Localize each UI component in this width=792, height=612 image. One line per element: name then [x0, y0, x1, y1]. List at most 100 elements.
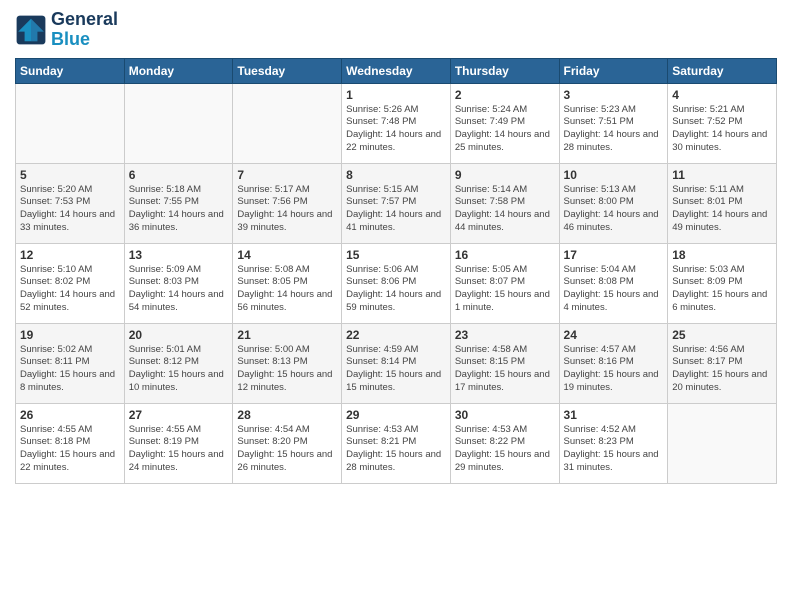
- day-number: 30: [455, 408, 555, 422]
- day-detail: Sunrise: 4:59 AM Sunset: 8:14 PM Dayligh…: [346, 344, 446, 395]
- day-number: 3: [564, 88, 664, 102]
- day-detail: Sunrise: 5:23 AM Sunset: 7:51 PM Dayligh…: [564, 104, 664, 155]
- day-detail: Sunrise: 5:06 AM Sunset: 8:06 PM Dayligh…: [346, 264, 446, 315]
- day-number: 12: [20, 248, 120, 262]
- calendar-cell: 23Sunrise: 4:58 AM Sunset: 8:15 PM Dayli…: [450, 323, 559, 403]
- calendar-cell: 18 Sunrise: 5:03 AM Sunset: 8:09 PM Dayli…: [668, 243, 777, 323]
- day-detail: Sunrise: 5:09 AM Sunset: 8:03 PM Dayligh…: [129, 264, 229, 315]
- day-header-sunday: Sunday: [16, 58, 125, 83]
- calendar-cell: 8 Sunrise: 5:15 AM Sunset: 7:57 PM Daylig…: [342, 163, 451, 243]
- calendar-cell: 11 Sunrise: 5:11 AM Sunset: 8:01 PM Dayli…: [668, 163, 777, 243]
- calendar-cell: 9 Sunrise: 5:14 AM Sunset: 7:58 PM Daylig…: [450, 163, 559, 243]
- day-number: 1: [346, 88, 446, 102]
- day-number: 6: [129, 168, 229, 182]
- day-detail: Sunrise: 4:53 AM Sunset: 8:21 PM Dayligh…: [346, 424, 446, 475]
- day-header-monday: Monday: [124, 58, 233, 83]
- calendar-week-row: 12 Sunrise: 5:10 AM Sunset: 8:02 PM Dayli…: [16, 243, 777, 323]
- calendar-cell: 3 Sunrise: 5:23 AM Sunset: 7:51 PM Daylig…: [559, 83, 668, 163]
- day-number: 24: [564, 328, 664, 342]
- calendar-cell: 15Sunrise: 5:06 AM Sunset: 8:06 PM Dayli…: [342, 243, 451, 323]
- day-number: 28: [237, 408, 337, 422]
- day-detail: Sunrise: 5:18 AM Sunset: 7:55 PM Dayligh…: [129, 184, 229, 235]
- day-detail: Sunrise: 5:17 AM Sunset: 7:56 PM Dayligh…: [237, 184, 337, 235]
- day-detail: Sunrise: 4:54 AM Sunset: 8:20 PM Dayligh…: [237, 424, 337, 475]
- day-detail: Sunrise: 4:52 AM Sunset: 8:23 PM Dayligh…: [564, 424, 664, 475]
- day-number: 22: [346, 328, 446, 342]
- calendar-cell: 24 Sunrise: 4:57 AM Sunset: 8:16 PM Dayli…: [559, 323, 668, 403]
- day-number: 20: [129, 328, 229, 342]
- calendar-cell: 29 Sunrise: 4:53 AM Sunset: 8:21 PM Dayli…: [342, 403, 451, 483]
- day-detail: Sunrise: 4:53 AM Sunset: 8:22 PM Dayligh…: [455, 424, 555, 475]
- calendar-cell: 2 Sunrise: 5:24 AM Sunset: 7:49 PM Daylig…: [450, 83, 559, 163]
- day-detail: Sunrise: 5:08 AM Sunset: 8:05 PM Dayligh…: [237, 264, 337, 315]
- day-number: 8: [346, 168, 446, 182]
- day-number: 4: [672, 88, 772, 102]
- day-header-wednesday: Wednesday: [342, 58, 451, 83]
- calendar-cell: 20Sunrise: 5:01 AM Sunset: 8:12 PM Dayli…: [124, 323, 233, 403]
- day-number: 11: [672, 168, 772, 182]
- day-number: 27: [129, 408, 229, 422]
- day-detail: Sunrise: 5:15 AM Sunset: 7:57 PM Dayligh…: [346, 184, 446, 235]
- calendar-cell: 17 Sunrise: 5:04 AM Sunset: 8:08 PM Dayli…: [559, 243, 668, 323]
- day-number: 5: [20, 168, 120, 182]
- day-number: 26: [20, 408, 120, 422]
- page-header: General Blue: [15, 10, 777, 50]
- calendar-header-row: SundayMondayTuesdayWednesdayThursdayFrid…: [16, 58, 777, 83]
- calendar-cell: 7 Sunrise: 5:17 AM Sunset: 7:56 PM Daylig…: [233, 163, 342, 243]
- day-detail: Sunrise: 5:26 AM Sunset: 7:48 PM Dayligh…: [346, 104, 446, 155]
- day-number: 17: [564, 248, 664, 262]
- day-detail: Sunrise: 4:55 AM Sunset: 8:18 PM Dayligh…: [20, 424, 120, 475]
- calendar-week-row: 26 Sunrise: 4:55 AM Sunset: 8:18 PM Dayli…: [16, 403, 777, 483]
- calendar-cell: 19 Sunrise: 5:02 AM Sunset: 8:11 PM Dayli…: [16, 323, 125, 403]
- day-detail: Sunrise: 5:21 AM Sunset: 7:52 PM Dayligh…: [672, 104, 772, 155]
- calendar-body: 1 Sunrise: 5:26 AM Sunset: 7:48 PM Daylig…: [16, 83, 777, 483]
- calendar-week-row: 1 Sunrise: 5:26 AM Sunset: 7:48 PM Daylig…: [16, 83, 777, 163]
- logo: General Blue: [15, 10, 118, 50]
- day-detail: Sunrise: 5:04 AM Sunset: 8:08 PM Dayligh…: [564, 264, 664, 315]
- day-number: 14: [237, 248, 337, 262]
- day-detail: Sunrise: 5:02 AM Sunset: 8:11 PM Dayligh…: [20, 344, 120, 395]
- day-number: 29: [346, 408, 446, 422]
- calendar-week-row: 5Sunrise: 5:20 AM Sunset: 7:53 PM Daylig…: [16, 163, 777, 243]
- day-detail: Sunrise: 4:56 AM Sunset: 8:17 PM Dayligh…: [672, 344, 772, 395]
- calendar-cell: [124, 83, 233, 163]
- calendar-cell: 10 Sunrise: 5:13 AM Sunset: 8:00 PM Dayli…: [559, 163, 668, 243]
- calendar-cell: 31 Sunrise: 4:52 AM Sunset: 8:23 PM Dayli…: [559, 403, 668, 483]
- calendar-cell: 21Sunrise: 5:00 AM Sunset: 8:13 PM Dayli…: [233, 323, 342, 403]
- calendar-cell: 28 Sunrise: 4:54 AM Sunset: 8:20 PM Dayli…: [233, 403, 342, 483]
- day-header-saturday: Saturday: [668, 58, 777, 83]
- calendar-cell: 27 Sunrise: 4:55 AM Sunset: 8:19 PM Dayli…: [124, 403, 233, 483]
- calendar-cell: 14 Sunrise: 5:08 AM Sunset: 8:05 PM Dayli…: [233, 243, 342, 323]
- calendar-table: SundayMondayTuesdayWednesdayThursdayFrid…: [15, 58, 777, 484]
- calendar-cell: 16Sunrise: 5:05 AM Sunset: 8:07 PM Dayli…: [450, 243, 559, 323]
- day-number: 7: [237, 168, 337, 182]
- calendar-cell: 1 Sunrise: 5:26 AM Sunset: 7:48 PM Daylig…: [342, 83, 451, 163]
- calendar-cell: 12 Sunrise: 5:10 AM Sunset: 8:02 PM Dayli…: [16, 243, 125, 323]
- day-number: 2: [455, 88, 555, 102]
- logo-icon: [15, 14, 47, 46]
- day-detail: Sunrise: 5:14 AM Sunset: 7:58 PM Dayligh…: [455, 184, 555, 235]
- day-detail: Sunrise: 5:13 AM Sunset: 8:00 PM Dayligh…: [564, 184, 664, 235]
- day-number: 10: [564, 168, 664, 182]
- day-number: 31: [564, 408, 664, 422]
- day-number: 19: [20, 328, 120, 342]
- calendar-cell: 4 Sunrise: 5:21 AM Sunset: 7:52 PM Daylig…: [668, 83, 777, 163]
- day-number: 18: [672, 248, 772, 262]
- day-header-friday: Friday: [559, 58, 668, 83]
- calendar-week-row: 19 Sunrise: 5:02 AM Sunset: 8:11 PM Dayli…: [16, 323, 777, 403]
- calendar-cell: [233, 83, 342, 163]
- day-detail: Sunrise: 5:11 AM Sunset: 8:01 PM Dayligh…: [672, 184, 772, 235]
- calendar-cell: 30 Sunrise: 4:53 AM Sunset: 8:22 PM Dayli…: [450, 403, 559, 483]
- day-detail: Sunrise: 5:24 AM Sunset: 7:49 PM Dayligh…: [455, 104, 555, 155]
- day-detail: Sunrise: 4:55 AM Sunset: 8:19 PM Dayligh…: [129, 424, 229, 475]
- day-detail: Sunrise: 5:10 AM Sunset: 8:02 PM Dayligh…: [20, 264, 120, 315]
- day-number: 16: [455, 248, 555, 262]
- calendar-cell: 26 Sunrise: 4:55 AM Sunset: 8:18 PM Dayli…: [16, 403, 125, 483]
- day-number: 9: [455, 168, 555, 182]
- calendar-cell: [16, 83, 125, 163]
- day-number: 13: [129, 248, 229, 262]
- calendar-cell: 25 Sunrise: 4:56 AM Sunset: 8:17 PM Dayli…: [668, 323, 777, 403]
- day-number: 25: [672, 328, 772, 342]
- day-detail: Sunrise: 4:57 AM Sunset: 8:16 PM Dayligh…: [564, 344, 664, 395]
- day-detail: Sunrise: 5:03 AM Sunset: 8:09 PM Dayligh…: [672, 264, 772, 315]
